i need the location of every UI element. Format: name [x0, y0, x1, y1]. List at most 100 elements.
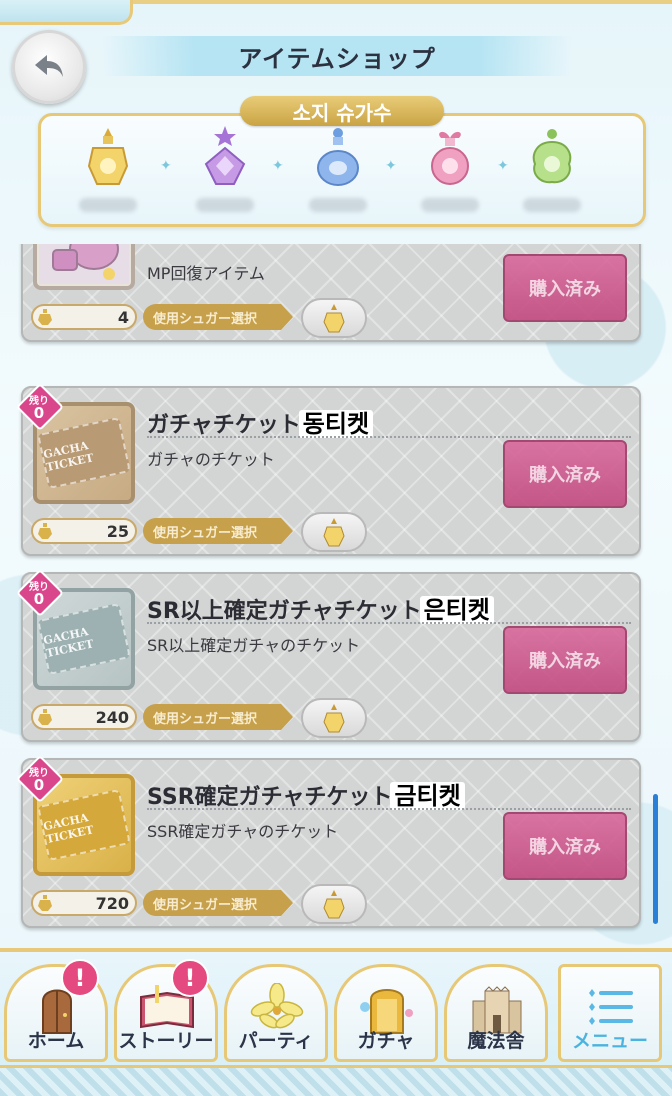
sugar-bottle-icon [323, 304, 345, 333]
divider [147, 622, 631, 624]
select-sugar-button[interactable] [301, 298, 367, 338]
price-value: 25 [106, 522, 129, 541]
sugar-bottle-icon [323, 890, 345, 919]
item-name: SR以上確定ガチャチケット은티켓 [147, 590, 494, 625]
sugar-slot-green [512, 126, 592, 216]
sugar-bottle-icon [323, 518, 345, 547]
sugar-slot-blue [298, 126, 378, 216]
remaining-count: 0 [33, 590, 45, 608]
bronze-ticket-icon: GACHA TICKET [37, 416, 131, 490]
sugar-count-hidden [79, 198, 137, 212]
purchased-button[interactable]: 購入済み [503, 626, 627, 694]
select-sugar-label[interactable]: 使用シュガー選択 [143, 704, 293, 730]
item-card-mp: MP回復アイテム 購入済み 4 使用シュガー選択 [21, 244, 641, 342]
pink-sugar-bottle-icon [431, 131, 469, 185]
item-name-text: SSR確定ガチャチケット [147, 785, 393, 810]
nav-magic-house[interactable]: 魔法舎 [444, 964, 548, 1062]
silver-ticket-icon: GACHA TICKET [37, 602, 131, 676]
price-value: 240 [95, 708, 129, 727]
divider [147, 436, 631, 438]
price-value: 4 [117, 308, 129, 327]
item-card-sr-ticket: 残り 0 GACHA TICKET SR以上確定ガチャチケット은티켓 SR以上確… [15, 568, 641, 742]
notification-badge: ! [61, 959, 99, 997]
sugar-count-hidden [309, 198, 367, 212]
item-name-text: SR以上確定ガチャチケット [147, 599, 422, 624]
sugar-bottle-icon [38, 709, 52, 725]
scrollbar[interactable] [653, 794, 658, 924]
sugar-count-hidden [421, 198, 479, 212]
korean-annotation: 금티켓 [390, 782, 465, 810]
price-value: 720 [95, 894, 129, 913]
purple-sugar-bottle-icon [204, 126, 246, 185]
sparkle-icon: ✦ [160, 158, 172, 174]
sugar-count-hidden [523, 198, 581, 212]
nav-decorative-border [0, 1065, 672, 1096]
sugar-bottle-icon [323, 704, 345, 733]
purchased-button[interactable]: 購入済み [503, 254, 627, 322]
sugar-holdings-label: 소지 슈가수 [240, 96, 444, 126]
select-sugar-button[interactable] [301, 512, 367, 552]
sparkle-icon: ✦ [497, 158, 509, 174]
nav-gacha-label: ガチャ [357, 1030, 415, 1052]
select-sugar-label[interactable]: 使用シュガー選択 [143, 304, 293, 330]
remaining-badge: 残り 0 [15, 382, 65, 432]
page-title: アイテムショップ [238, 44, 436, 73]
nav-home-label: ホーム [27, 1030, 85, 1052]
green-sugar-bottle-icon [532, 129, 572, 184]
select-sugar-button[interactable] [301, 698, 367, 738]
item-name-text: ガチャチケット [147, 413, 301, 438]
nav-home[interactable]: ! ホーム [4, 959, 108, 1062]
korean-annotation: 은티켓 [419, 596, 494, 624]
sugar-bottle-icon [38, 895, 52, 911]
nav-gacha[interactable]: ガチャ [334, 964, 438, 1062]
remaining-count: 0 [33, 776, 45, 794]
price-display: 25 [31, 518, 137, 544]
back-arrow-icon [35, 55, 63, 77]
notification-badge: ! [171, 959, 209, 997]
sugar-slot-yellow [68, 126, 148, 216]
price-display: 720 [31, 890, 137, 916]
remaining-count: 0 [33, 404, 45, 422]
sparkle-icon: ✦ [385, 158, 397, 174]
item-name: ガチャチケット동티켓 [147, 404, 374, 439]
item-description: ガチャのチケット [147, 450, 275, 469]
sugar-bottle-icon [38, 523, 52, 539]
remaining-badge: 残り 0 [15, 754, 65, 804]
item-card-gacha-ticket: 残り 0 GACHA TICKET ガチャチケット동티켓 ガチャのチケット 購入… [15, 382, 641, 556]
mp-item-thumbnail [33, 244, 135, 290]
nav-story-label: ストーリー [118, 1030, 214, 1052]
gold-ticket-icon: GACHA TICKET [37, 788, 131, 862]
nav-menu-label: メニュー [571, 1030, 648, 1052]
sugar-bottle-icon [38, 309, 52, 325]
sugar-count-hidden [196, 198, 254, 212]
purchased-button[interactable]: 購入済み [503, 812, 627, 880]
sugar-slot-pink [410, 126, 490, 216]
item-description: MP回復アイテム [147, 264, 265, 283]
back-button[interactable] [12, 30, 86, 104]
select-sugar-label[interactable]: 使用シュガー選択 [143, 518, 293, 544]
nav-menu[interactable]: メニュー [558, 964, 662, 1062]
item-description: SR以上確定ガチャのチケット [147, 636, 361, 655]
item-list[interactable]: MP回復アイテム 購入済み 4 使用シュガー選択 残り 0 GACHA TICK… [0, 244, 672, 946]
select-sugar-label[interactable]: 使用シュガー選択 [143, 890, 293, 916]
korean-annotation: 동티켓 [298, 410, 374, 438]
nav-magic-house-label: 魔法舎 [467, 1030, 525, 1052]
divider [147, 808, 631, 810]
nav-party[interactable]: パーティ [224, 964, 328, 1062]
purchased-button[interactable]: 購入済み [503, 440, 627, 508]
nav-party-label: パーティ [238, 1030, 314, 1052]
item-description: SSR確定ガチャのチケット [147, 822, 339, 841]
teapot-icon [39, 244, 129, 284]
remaining-badge: 残り 0 [15, 568, 65, 618]
item-name: SSR確定ガチャチケット금티켓 [147, 776, 465, 811]
price-display: 240 [31, 704, 137, 730]
sparkle-icon: ✦ [272, 158, 284, 174]
page-title-bar: アイテムショップ [102, 36, 572, 76]
top-left-ornament [0, 0, 133, 25]
nav-story[interactable]: ! ストーリー [114, 959, 218, 1062]
yellow-sugar-bottle-icon [87, 128, 129, 185]
bottom-navigation: ! ホーム ! ストーリー パーティ ガチャ 魔法舎 メニュー [0, 948, 672, 1096]
sugar-slot-purple [185, 126, 265, 216]
select-sugar-button[interactable] [301, 884, 367, 924]
item-card-ssr-ticket: 残り 0 GACHA TICKET SSR確定ガチャチケット금티켓 SSR確定ガ… [15, 754, 641, 928]
